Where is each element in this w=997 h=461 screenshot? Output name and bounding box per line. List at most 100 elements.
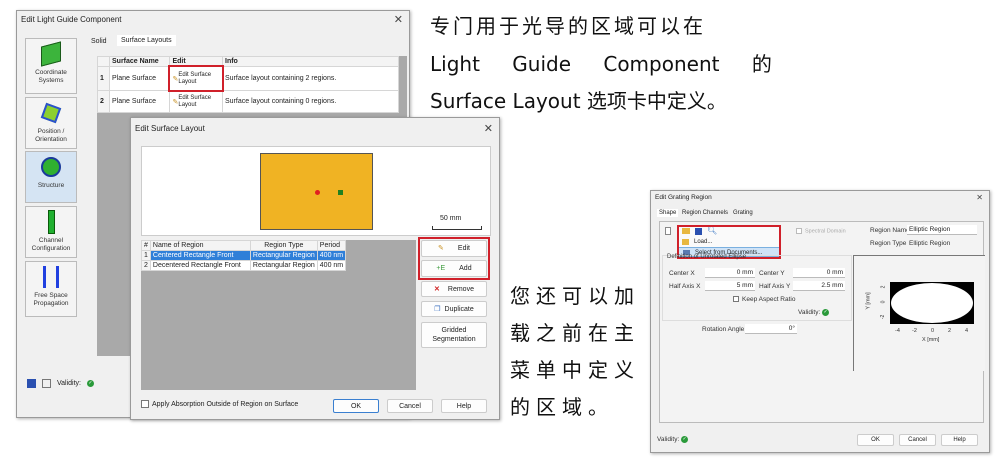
- grating-region-dialog: Edit Grating Region ✕ Shape Region Chann…: [650, 190, 990, 453]
- channel-configuration-icon: [26, 207, 76, 237]
- group-title: Definition of Unrotated Ellipse: [667, 254, 747, 260]
- plot-area: [890, 282, 974, 324]
- status-bar: Validity: ✓: [27, 379, 94, 388]
- layout-preview: 50 mm: [141, 146, 491, 236]
- ok-button[interactable]: OK: [857, 434, 894, 446]
- duplicate-button[interactable]: ❐ Duplicate: [421, 301, 487, 317]
- column-header: #: [141, 240, 151, 251]
- region-table: # Name of Region Region Type Period 1 Ce…: [141, 240, 347, 271]
- region-marker-centered: [315, 190, 320, 195]
- validity-indicator: Validity: ✓: [798, 309, 830, 317]
- gridded-segmentation-button[interactable]: Gridded Segmentation: [421, 322, 487, 348]
- surface-table: Surface Name Edit Info 1 Plane Surface ✎…: [97, 56, 399, 113]
- validity-indicator: Validity: ✓: [657, 436, 689, 444]
- annotation-middle-line-2: 载之前在主: [510, 321, 640, 345]
- tab-region-channels[interactable]: Region Channels: [682, 210, 728, 216]
- tab-grating[interactable]: Grating: [733, 210, 753, 216]
- ok-button[interactable]: OK: [333, 399, 379, 413]
- rotation-angle-label: Rotation Angle: [702, 326, 745, 333]
- sidebar-item-label: Free Space Propagation: [33, 292, 69, 307]
- center-x-label: Center X: [669, 270, 695, 277]
- checkbox[interactable]: [796, 228, 802, 234]
- cancel-button[interactable]: Cancel: [899, 434, 936, 446]
- region-name: Decentered Rectangle Front: [149, 260, 251, 271]
- region-period: 400 nm: [316, 250, 347, 261]
- half-axis-x-input[interactable]: 5 mm: [705, 281, 755, 291]
- checkbox[interactable]: [141, 400, 149, 408]
- surface-info: Surface layout containing 0 regions.: [222, 90, 399, 113]
- half-axis-y-input[interactable]: 2.5 mm: [793, 281, 845, 291]
- region-name-input[interactable]: Elliptic Region: [907, 225, 977, 235]
- table-row[interactable]: 2 Plane Surface ✎Edit Surface Layout Sur…: [97, 90, 399, 113]
- surface-info: Surface layout containing 2 regions.: [222, 66, 399, 91]
- center-y-input[interactable]: 0 mm: [793, 268, 845, 278]
- ellipse-definition-group: Definition of Unrotated Ellipse Center X…: [662, 254, 852, 321]
- help-button[interactable]: Help: [441, 399, 487, 413]
- row-number: 1: [141, 250, 151, 261]
- highlight-box: [168, 65, 224, 92]
- help-button[interactable]: Help: [941, 434, 978, 446]
- validity-label: Validity:: [57, 380, 81, 387]
- table-row[interactable]: 1 Centered Rectangle Front Rectangular R…: [141, 250, 347, 261]
- annotation-middle-line-3: 菜单中定义: [510, 358, 640, 382]
- region-type: Rectangular Region: [249, 260, 318, 271]
- region-type-value: Elliptic Region: [909, 240, 951, 247]
- apply-absorption-checkbox[interactable]: Apply Absorption Outside of Region on Su…: [141, 400, 298, 408]
- scale-bar-label: 50 mm: [440, 215, 462, 222]
- row-number: 2: [97, 90, 110, 113]
- y-tick-label: -2: [880, 314, 887, 320]
- checkbox[interactable]: [733, 296, 739, 303]
- sidebar-item-position-orientation[interactable]: Position / Orientation: [25, 97, 77, 149]
- sidebar-item-free-space-propagation[interactable]: Free Space Propagation: [25, 261, 77, 317]
- region-period: 400 nm: [316, 260, 347, 271]
- tab-surface-layouts[interactable]: Surface Layouts: [117, 35, 176, 46]
- column-header: Name of Region: [149, 240, 251, 251]
- region-type: Rectangular Region: [249, 250, 318, 261]
- save-icon[interactable]: [27, 379, 36, 388]
- sidebar-item-label: Position / Orientation: [35, 128, 67, 143]
- column-header: [97, 56, 110, 67]
- sidebar-item-coordinate-systems[interactable]: Coordinate Systems: [25, 38, 77, 94]
- region-name: Centered Rectangle Front: [149, 250, 251, 261]
- new-icon[interactable]: [665, 227, 671, 235]
- edit-surface-layout-button[interactable]: ✎Edit Surface Layout: [168, 65, 224, 92]
- annotation-top-line-2: Light Guide Component 的: [430, 52, 772, 76]
- table-row[interactable]: 2 Decentered Rectangle Front Rectangular…: [141, 260, 347, 271]
- region-marker-decentered: [338, 190, 343, 195]
- edit-surface-layout-button[interactable]: ✎Edit Surface Layout: [169, 90, 223, 113]
- tab-solid[interactable]: Solid: [91, 38, 107, 45]
- cancel-button[interactable]: Cancel: [387, 399, 433, 413]
- check-icon: ✓: [681, 436, 689, 443]
- row-number: 1: [97, 66, 110, 91]
- free-space-propagation-icon: [26, 262, 76, 292]
- table-row[interactable]: 1 Plane Surface ✎Edit Surface Layout Sur…: [97, 65, 399, 92]
- surface-name: Plane Surface: [108, 90, 171, 113]
- x-axis-label: X [mm]: [922, 337, 940, 343]
- surface-layout-dialog: Edit Surface Layout ✕ 50 mm # Name of Re…: [130, 117, 500, 420]
- sidebar-item-channel-configuration[interactable]: Channel Configuration: [25, 206, 77, 258]
- close-icon[interactable]: ✕: [484, 122, 493, 135]
- rotation-angle-input[interactable]: 0°: [745, 324, 797, 334]
- dialog-title: Edit Light Guide Component: [21, 15, 122, 24]
- close-icon[interactable]: ✕: [394, 13, 403, 26]
- annotation-middle-line-1: 您还可以加: [510, 284, 640, 308]
- keep-aspect-ratio-checkbox[interactable]: Keep Aspect Ratio: [733, 296, 795, 303]
- x-tick-label: 0: [931, 328, 935, 334]
- close-icon[interactable]: ✕: [976, 193, 983, 202]
- structure-icon: [26, 152, 76, 182]
- remove-button[interactable]: ✕ Remove: [421, 281, 487, 297]
- tab-shape[interactable]: Shape: [657, 209, 679, 217]
- remove-icon: ✕: [434, 285, 440, 293]
- shape-preview-plot: Y [mm] 2 0 -2 -4 -2 0 2 4 X [mm]: [853, 255, 985, 371]
- center-x-input[interactable]: 0 mm: [705, 268, 755, 278]
- ellipse-shape: [891, 283, 973, 323]
- sidebar-item-structure[interactable]: Structure: [25, 151, 77, 203]
- documents-icon[interactable]: [42, 379, 51, 388]
- center-y-label: Center Y: [759, 270, 785, 277]
- column-header: Surface Name: [108, 56, 171, 67]
- annotation-middle-line-4: 的区域。: [510, 395, 614, 419]
- y-axis-label: Y [mm]: [865, 292, 872, 310]
- position-orientation-icon: [26, 98, 76, 128]
- annotation-top-line-3: Surface Layout 选项卡中定义。: [430, 89, 727, 113]
- spectral-domain-checkbox[interactable]: Spectral Domain: [796, 228, 846, 234]
